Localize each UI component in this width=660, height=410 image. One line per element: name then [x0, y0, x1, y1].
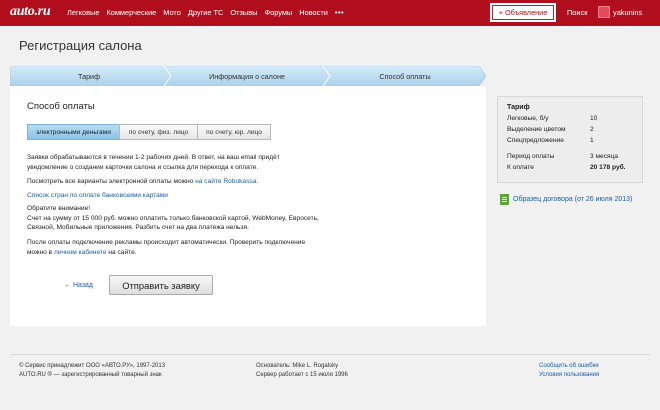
terms-of-use-link[interactable]: Условия пользования: [539, 371, 599, 380]
attention-heading: Обратите внимание!: [27, 205, 91, 212]
tab-electronic-money[interactable]: электронными деньгами: [27, 124, 120, 140]
more-menu-icon[interactable]: •••: [335, 8, 344, 17]
step-salon-info[interactable]: Информация о салоне: [171, 72, 323, 81]
nav-item-moto[interactable]: Мото: [163, 8, 181, 17]
section-title: Способ оплаты: [27, 101, 95, 112]
avatar: [598, 6, 610, 18]
tariff-total-value: 20 178 руб.: [590, 164, 626, 171]
step-payment-method: Способ оплаты: [379, 72, 431, 81]
tab-invoice-company[interactable]: по счету, юр. лицо: [197, 124, 271, 140]
tariff-total-label: К оплате: [507, 164, 534, 171]
footer-divider: [10, 354, 650, 355]
back-link[interactable]: ← Назад: [64, 282, 93, 289]
footer-founder: Основатель: Mike L. Rogalsky Сервер рабо…: [256, 362, 348, 379]
page-title: Регистрация салона: [19, 38, 142, 53]
auto-connect-line-2: можно в личном кабинете на сайте.: [27, 248, 357, 258]
top-navigation-bar: auto.ru Легковые Коммерческие Мото Други…: [0, 0, 660, 26]
processing-line-2: уведомление о создании карточки салона и…: [27, 163, 259, 171]
cabinet-suffix: на сайте.: [106, 248, 137, 256]
processing-info: Заявки обрабатываются в течении 1-2 рабо…: [27, 153, 357, 172]
footer-links: Сообщить об ошибке Условия пользования: [539, 362, 599, 379]
robokassa-info: Посмотреть все варианты электронной опла…: [27, 177, 357, 187]
attention-line-2: Связной, Мобильные приложения. Разбить с…: [27, 224, 249, 232]
personal-cabinet-link[interactable]: личном кабинете: [54, 249, 107, 256]
payment-tabs: электронными деньгами по счету, физ. лиц…: [27, 124, 271, 140]
cabinet-prefix: можно в: [27, 248, 55, 256]
nav-item-commercial[interactable]: Коммерческие: [106, 8, 156, 17]
add-listing-label: + Объявление: [492, 5, 554, 20]
tariff-row-label: Спецпредложение: [507, 137, 564, 144]
step-tariff[interactable]: Тариф: [10, 72, 168, 81]
submit-request-button[interactable]: Отправить заявку: [109, 275, 213, 295]
nav-item-other-vehicles[interactable]: Другие ТС: [188, 8, 224, 17]
tariff-row-value: 2: [590, 126, 594, 133]
tariff-row-label: Легковые, б/у: [507, 115, 549, 122]
tariff-row-label: Период оплаты: [507, 153, 555, 160]
username: yakunins: [613, 7, 643, 17]
tariff-row-value: 3 месяца: [590, 153, 619, 160]
main-nav: Легковые Коммерческие Мото Другие ТС Отз…: [67, 8, 344, 17]
tariff-title: Тариф: [507, 104, 530, 111]
add-listing-button[interactable]: + Объявление: [490, 3, 556, 22]
attention-line-1: Счет на сумму от 15 000 руб. можно оплат…: [27, 214, 319, 222]
robokassa-link[interactable]: на сайте Robokassa: [195, 178, 256, 185]
nav-item-forums[interactable]: Форумы: [264, 8, 292, 17]
contract-sample-link[interactable]: Образец договора (от 26 июля 2013): [513, 196, 632, 203]
nav-item-cars[interactable]: Легковые: [67, 8, 99, 17]
tariff-row-label: Выделение цветом: [507, 126, 566, 133]
nav-item-news[interactable]: Новости: [299, 8, 328, 17]
tariff-row-value: 1: [590, 137, 594, 144]
footer-owner: © Сервис принадлежит ООО «АВТО.РУ», 1997…: [19, 363, 166, 369]
auto-ru-logo[interactable]: auto.ru: [10, 4, 51, 20]
registration-steps: Тариф Информация о салоне Способ оплаты: [10, 66, 486, 86]
user-menu[interactable]: yakunins: [598, 6, 642, 18]
footer-copyright: © Сервис принадлежит ООО «АВТО.РУ», 1997…: [19, 362, 165, 379]
auto-connect-line-1: После оплаты подключение рекламы происхо…: [27, 239, 306, 246]
robokassa-suffix: .: [256, 178, 259, 185]
nav-item-reviews[interactable]: Отзывы: [230, 8, 257, 17]
auto-connect-info: После оплаты подключение рекламы происхо…: [27, 238, 357, 257]
payment-panel: Способ оплаты электронными деньгами по с…: [10, 86, 486, 326]
footer-trademark: AUTO.RU ® — зарегистрированный товарный …: [19, 371, 162, 378]
bank-cards-countries-link[interactable]: Список стран по оплате банковскими карта…: [27, 191, 357, 201]
footer-founder-name: Основатель: Mike L. Rogalsky: [256, 363, 339, 369]
report-error-link[interactable]: Сообщить об ошибке: [539, 362, 599, 371]
tab-invoice-individual[interactable]: по счету, физ. лицо: [119, 124, 198, 140]
processing-line-1: Заявки обрабатываются в течении 1-2 рабо…: [27, 154, 280, 161]
search-link[interactable]: Поиск: [567, 8, 587, 17]
contract-sample[interactable]: Образец договора (от 26 июля 2013): [500, 194, 632, 205]
tariff-summary: Тариф Легковые, б/у 10 Выделение цветом …: [497, 96, 643, 183]
document-icon: [500, 194, 509, 205]
footer-server-since: Сервер работает с 15 июля 1996: [256, 371, 348, 378]
tariff-row-value: 10: [590, 115, 598, 122]
robokassa-prefix: Посмотреть все варианты электронной опла…: [27, 178, 196, 185]
attention-info: Обратите внимание! Счет на сумму от 15 0…: [27, 204, 357, 233]
